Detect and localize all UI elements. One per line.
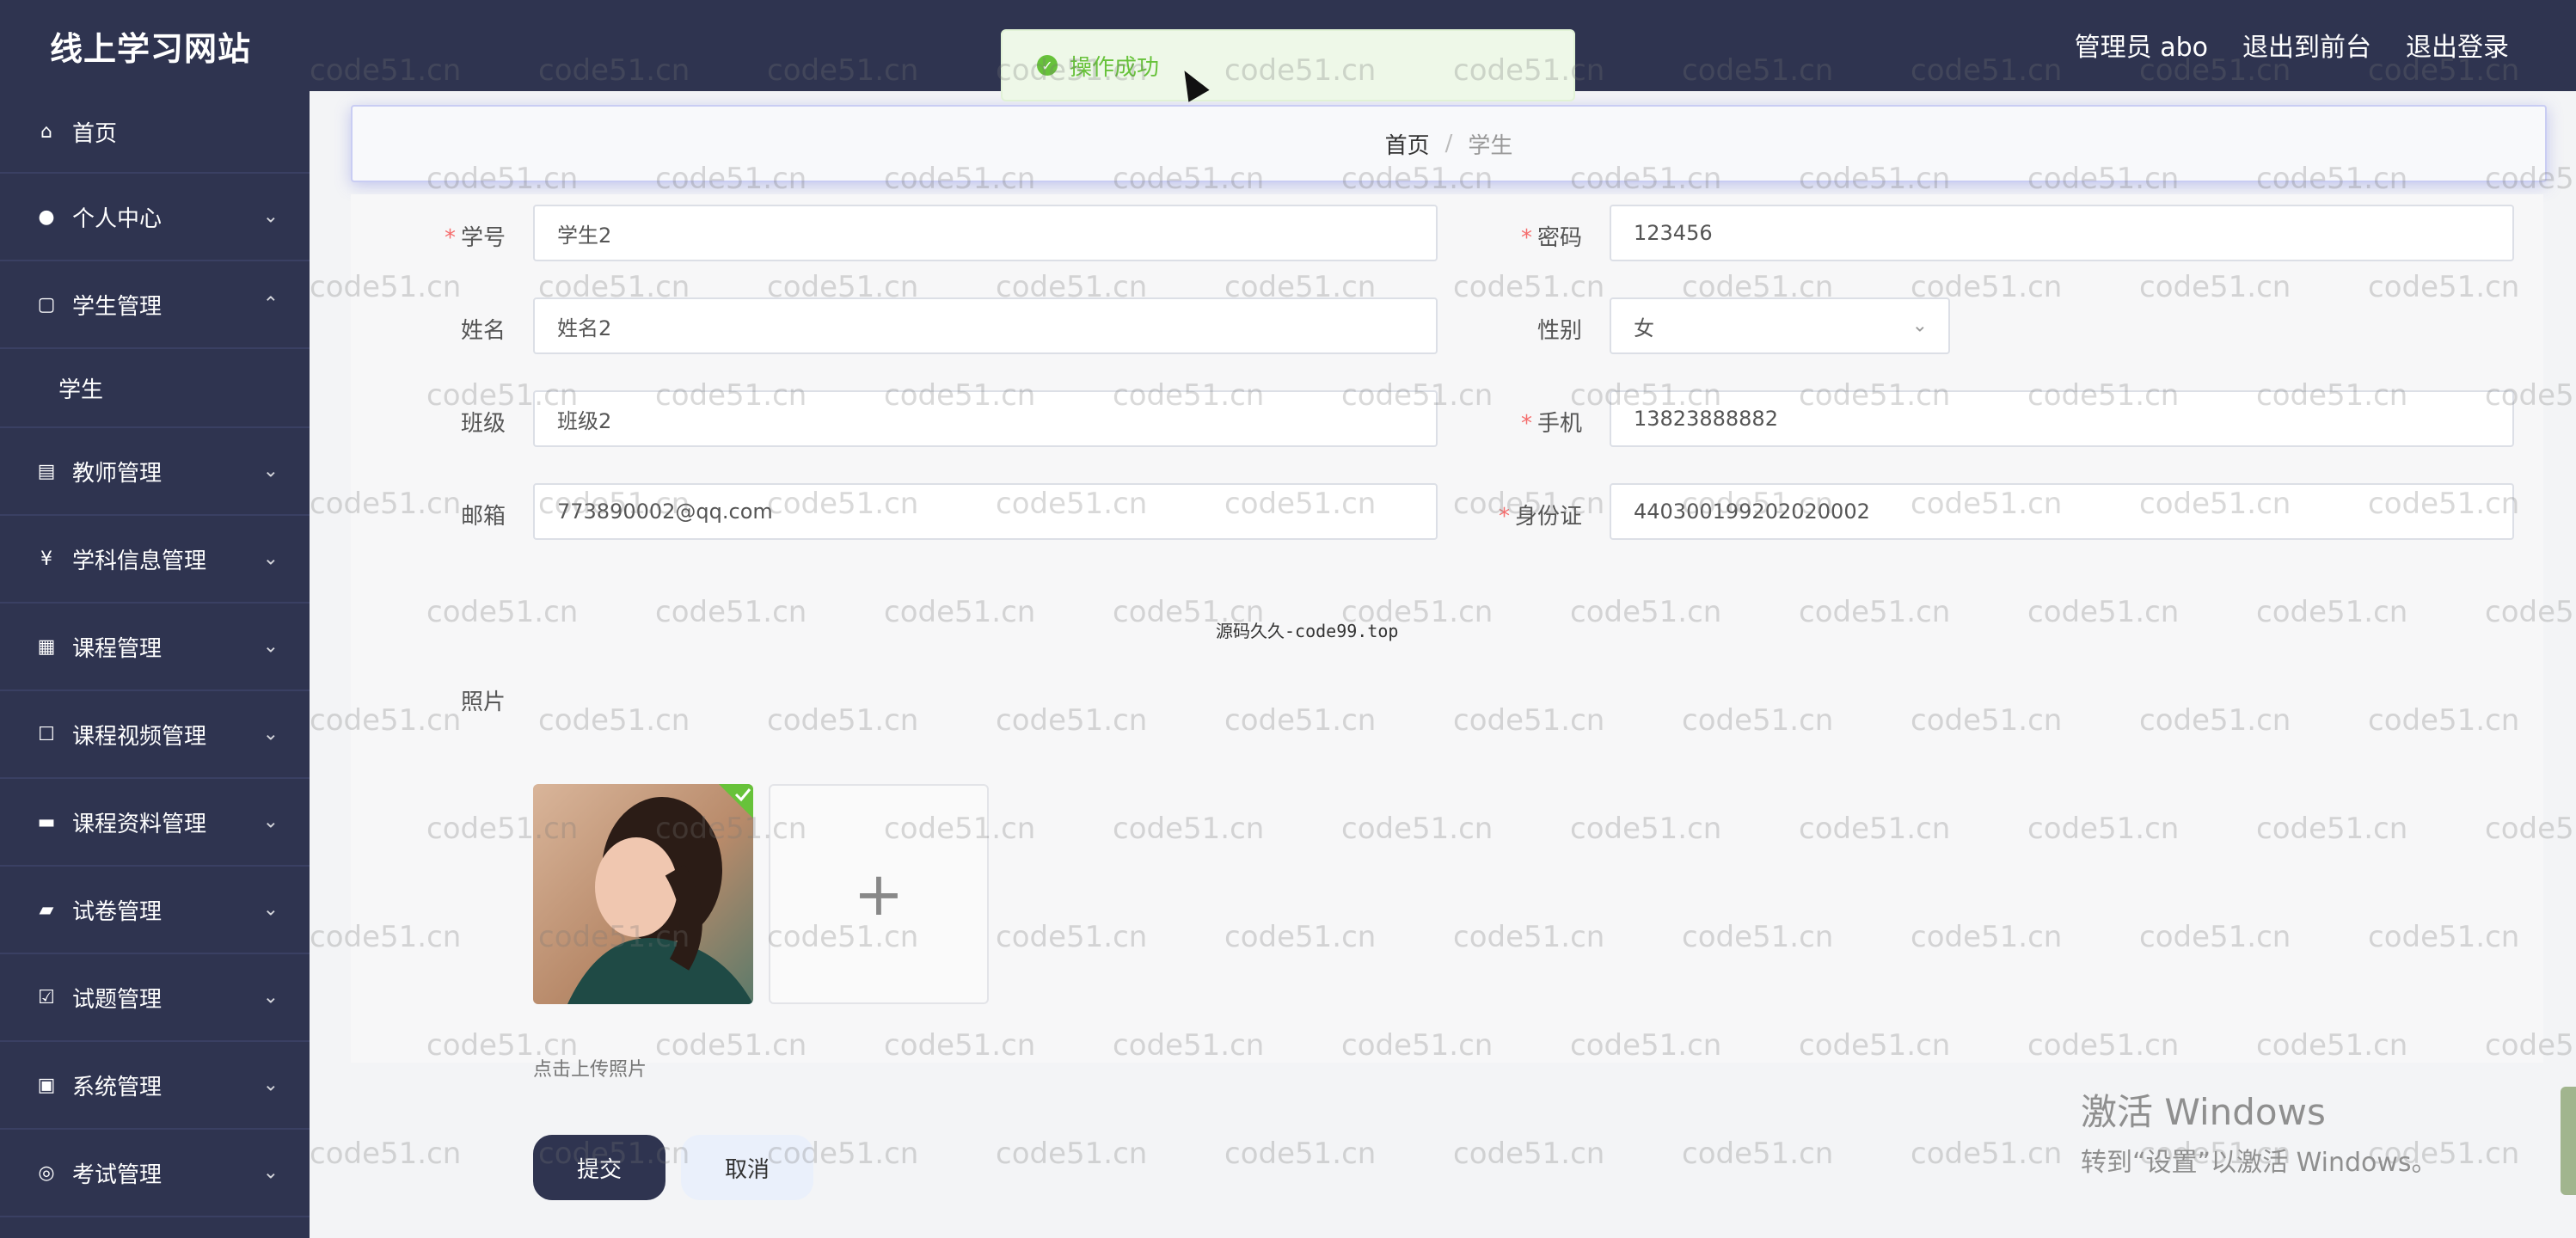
sidebar-item-label: 个人中心 <box>72 205 163 232</box>
chevron-down-icon: ⌄ <box>262 460 279 482</box>
sidebar-subitem-student[interactable]: 学生 <box>0 349 310 428</box>
id-card-input[interactable]: 440300199202020002 <box>1610 483 2514 540</box>
photo-label: 照片 <box>460 689 506 715</box>
toast-message: 操作成功 <box>1070 54 1160 81</box>
gender-select[interactable]: 女 ⌄ <box>1610 297 1950 354</box>
phone-label: * 手机 <box>1520 411 1582 437</box>
sidebar-item-label: 考试管理 <box>72 1161 163 1188</box>
name-label: 姓名 <box>460 318 506 344</box>
center-watermark: 源码久久-code99.top <box>1216 621 1399 641</box>
plus-icon: + <box>853 859 905 929</box>
chevron-down-icon: ⌄ <box>262 548 279 570</box>
copy-icon: ▢ <box>37 293 56 316</box>
id-card-label: * 身份证 <box>1498 504 1582 530</box>
sidebar-item-student-management[interactable]: ▢ 学生管理 ⌃ <box>0 261 310 349</box>
student-id-label: * 学号 <box>444 225 506 251</box>
required-marker: * <box>444 225 456 251</box>
chevron-down-icon: ⌄ <box>262 1074 279 1096</box>
sidebar-item-label: 试卷管理 <box>72 898 163 925</box>
finance-icon: ¥ <box>40 548 52 570</box>
chevron-down-icon: ⌄ <box>262 723 279 745</box>
header-links: 管理员 abo 退出到前台 退出登录 <box>2075 26 2509 64</box>
class-input[interactable]: 班级2 <box>533 390 1438 447</box>
phone-input[interactable]: 13823888882 <box>1610 390 2514 447</box>
chevron-up-icon: ⌃ <box>262 293 279 316</box>
required-marker: * <box>1520 411 1532 437</box>
chevron-down-icon: ⌄ <box>262 1161 279 1184</box>
chevron-down-icon: ⌄ <box>262 811 279 833</box>
password-label: * 密码 <box>1520 225 1582 251</box>
check-circle-icon: ✓ <box>1037 55 1058 76</box>
admin-name[interactable]: 管理员 abo <box>2075 26 2208 64</box>
sidebar-item-exam-management[interactable]: ◎ 考试管理 ⌄ <box>0 1130 310 1217</box>
submit-button[interactable]: 提交 <box>533 1135 665 1200</box>
side-panel-stub <box>2561 1087 2576 1195</box>
name-input[interactable]: 姓名2 <box>533 297 1438 354</box>
sidebar-item-course-management[interactable]: ▦ 课程管理 ⌄ <box>0 604 310 691</box>
user-icon: ● <box>38 205 55 228</box>
sidebar-item-subject-management[interactable]: ¥ 学科信息管理 ⌄ <box>0 516 310 604</box>
checklist-icon: ☑ <box>38 986 55 1008</box>
sidebar-item-system-management[interactable]: ▣ 系统管理 ⌄ <box>0 1042 310 1130</box>
globe-icon: ◎ <box>38 1161 55 1184</box>
main-content: 首页 / 学生 * 学号 学生2 * 密码 123456 姓名 姓名2 性别 女 ⌄… <box>310 91 2576 1238</box>
success-toast: ✓ 操作成功 <box>1001 29 1575 101</box>
sidebar-item-label: 教师管理 <box>72 460 163 487</box>
home-icon: ⌂ <box>40 120 52 143</box>
site-title: 线上学习网站 <box>50 30 252 68</box>
breadcrumb: 首页 / 学生 <box>351 105 2547 182</box>
chevron-down-icon: ⌄ <box>262 986 279 1008</box>
exit-to-frontend-link[interactable]: 退出到前台 <box>2242 26 2371 64</box>
sidebar-item-paper-management[interactable]: ▰ 试卷管理 ⌄ <box>0 867 310 954</box>
logout-link[interactable]: 退出登录 <box>2406 26 2509 64</box>
email-input[interactable]: 773890002@qq.com <box>533 483 1438 540</box>
sidebar-item-course-video-management[interactable]: ☐ 课程视频管理 ⌄ <box>0 691 310 779</box>
sidebar-item-label: 课程视频管理 <box>72 723 207 750</box>
gender-label: 性别 <box>1536 318 1582 344</box>
folder-icon: ▬ <box>37 811 56 833</box>
sidebar: ⌂ 首页 ● 个人中心 ⌄ ▢ 学生管理 ⌃ 学生 ▤ 教师管理 ⌄ ¥ 学科信… <box>0 91 310 1238</box>
sidebar-item-home[interactable]: ⌂ 首页 <box>0 91 310 174</box>
sidebar-item-label: 系统管理 <box>72 1074 163 1100</box>
sidebar-item-course-material-management[interactable]: ▬ 课程资料管理 ⌄ <box>0 779 310 867</box>
chat-icon: ☐ <box>38 723 55 745</box>
chevron-down-icon: ⌄ <box>262 635 279 658</box>
activation-title: 激活 Windows <box>2081 1091 2326 1133</box>
upload-success-badge <box>719 784 753 818</box>
sidebar-item-label: 课程管理 <box>72 635 163 662</box>
sidebar-item-label: 试题管理 <box>72 986 163 1013</box>
sidebar-item-question-management[interactable]: ☑ 试题管理 ⌄ <box>0 954 310 1042</box>
class-label: 班级 <box>460 411 506 437</box>
monitor-icon: ▣ <box>37 1074 56 1096</box>
email-label: 邮箱 <box>460 504 506 530</box>
upload-photo-button[interactable]: + <box>769 784 989 1004</box>
sidebar-item-teacher-management[interactable]: ▤ 教师管理 ⌄ <box>0 428 310 516</box>
activation-subtitle: 转到“设置”以激活 Windows。 <box>2081 1148 2438 1178</box>
breadcrumb-home[interactable]: 首页 <box>1385 128 1430 160</box>
password-input[interactable]: 123456 <box>1610 205 2514 261</box>
sidebar-item-label: 首页 <box>72 120 118 147</box>
sidebar-item-personal-center[interactable]: ● 个人中心 ⌄ <box>0 174 310 261</box>
breadcrumb-separator: / <box>1444 131 1453 156</box>
windows-activation-notice: 激活 Windows 转到“设置”以激活 Windows。 <box>2081 1083 2438 1179</box>
sidebar-subitem-label: 学生 <box>58 377 104 403</box>
gender-selected-value: 女 <box>1634 316 1654 340</box>
sidebar-item-label: 学科信息管理 <box>72 548 207 574</box>
sidebar-item-label: 课程资料管理 <box>72 811 207 837</box>
chevron-down-icon: ⌄ <box>262 898 279 921</box>
clipboard-icon: ▤ <box>37 460 56 482</box>
student-form: * 学号 学生2 * 密码 123456 姓名 姓名2 性别 女 ⌄ 班级 班级2 … <box>351 194 2543 1200</box>
uploaded-photo[interactable] <box>533 784 753 1004</box>
sidebar-item-label: 学生管理 <box>72 293 163 320</box>
briefcase-icon: ▰ <box>39 898 54 921</box>
chevron-down-icon: ⌄ <box>262 205 279 228</box>
chevron-down-icon: ⌄ <box>1911 315 1928 337</box>
student-id-input[interactable]: 学生2 <box>533 205 1438 261</box>
upload-hint: 点击上传照片 <box>533 1059 647 1081</box>
required-marker: * <box>1498 504 1510 530</box>
cancel-button[interactable]: 取消 <box>681 1135 813 1200</box>
required-marker: * <box>1520 225 1532 251</box>
breadcrumb-current: 学生 <box>1468 132 1513 159</box>
grid-icon: ▦ <box>37 635 56 658</box>
